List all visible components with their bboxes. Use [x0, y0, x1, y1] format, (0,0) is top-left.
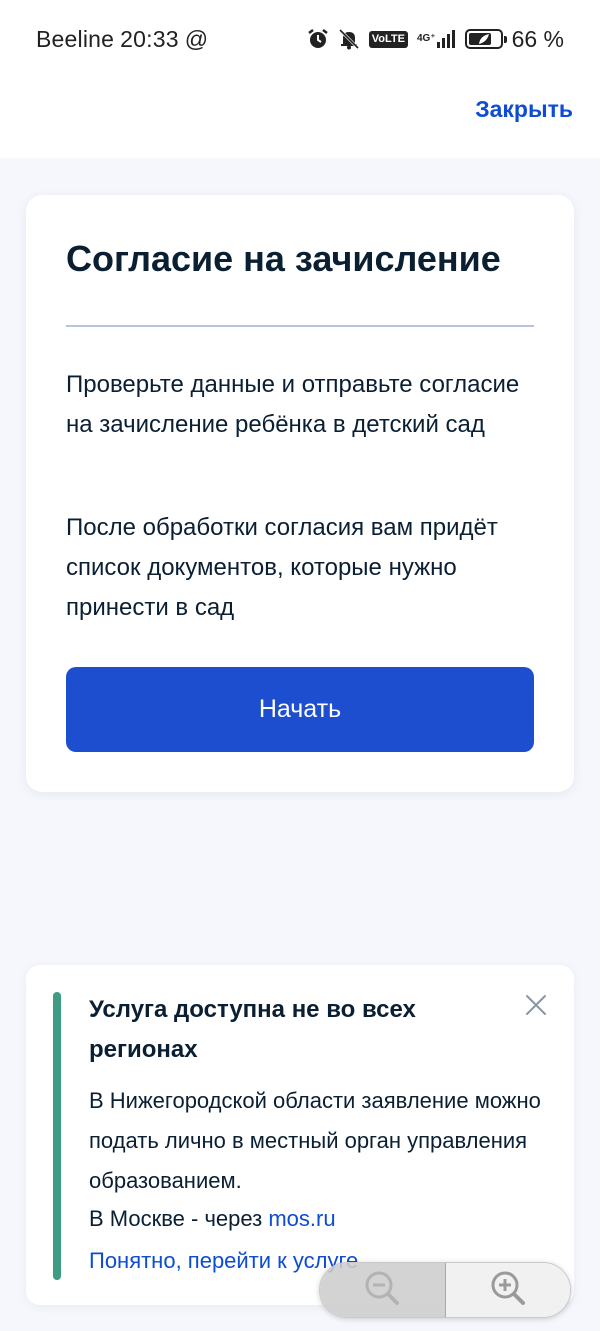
zoom-out-button[interactable]	[320, 1263, 446, 1317]
network-type: 4G⁺	[416, 33, 436, 44]
status-left: Beeline 20:33 @	[36, 26, 208, 53]
battery-percent: 66 %	[511, 25, 564, 52]
zoom-out-icon	[362, 1268, 402, 1313]
mos-ru-link[interactable]: mos.ru	[268, 1206, 335, 1231]
bell-off-icon	[338, 28, 360, 50]
zoom-control	[319, 1262, 571, 1318]
battery-icon	[464, 29, 507, 49]
page-title: Согласие на зачисление	[66, 238, 501, 279]
alarm-icon	[307, 28, 329, 50]
volte-icon: VoLTE	[368, 30, 408, 48]
zoom-in-icon	[488, 1268, 528, 1313]
moscow-prefix: В Москве - через	[89, 1206, 269, 1231]
description-text: Проверьте данные и отправьте согласие на…	[66, 371, 520, 438]
region-notice: Услуга доступна не во всех регионах В Ни…	[26, 965, 574, 1305]
signal-icon: 4G⁺	[417, 29, 456, 49]
clock: 20:33	[120, 25, 179, 52]
zoom-in-button[interactable]	[445, 1263, 570, 1317]
notice-accent-bar	[53, 992, 61, 1280]
carrier-name: Beeline	[36, 25, 115, 52]
at-indicator: @	[184, 25, 209, 52]
close-icon[interactable]	[524, 993, 548, 1017]
title-divider	[66, 325, 534, 327]
notice-text: В Нижегородской области заявление можно …	[89, 1088, 541, 1193]
top-header: Закрыть	[0, 78, 600, 158]
info-text: После обработки согласия вам придёт спис…	[66, 514, 498, 621]
moscow-line: В Москве - через mos.ru	[89, 1199, 336, 1239]
start-button[interactable]: Начать	[66, 667, 534, 752]
notice-title: Услуга доступна не во всех регионах	[89, 996, 416, 1063]
go-to-service-link[interactable]: Понятно, перейти к услуге	[89, 1241, 358, 1281]
status-right: VoLTE 4G⁺ 66 %	[307, 26, 564, 53]
status-bar: Beeline 20:33 @ VoLTE 4G⁺ 66 %	[0, 0, 600, 78]
consent-card: Согласие на зачисление Проверьте данные …	[26, 195, 574, 792]
close-link[interactable]: Закрыть	[475, 96, 573, 123]
